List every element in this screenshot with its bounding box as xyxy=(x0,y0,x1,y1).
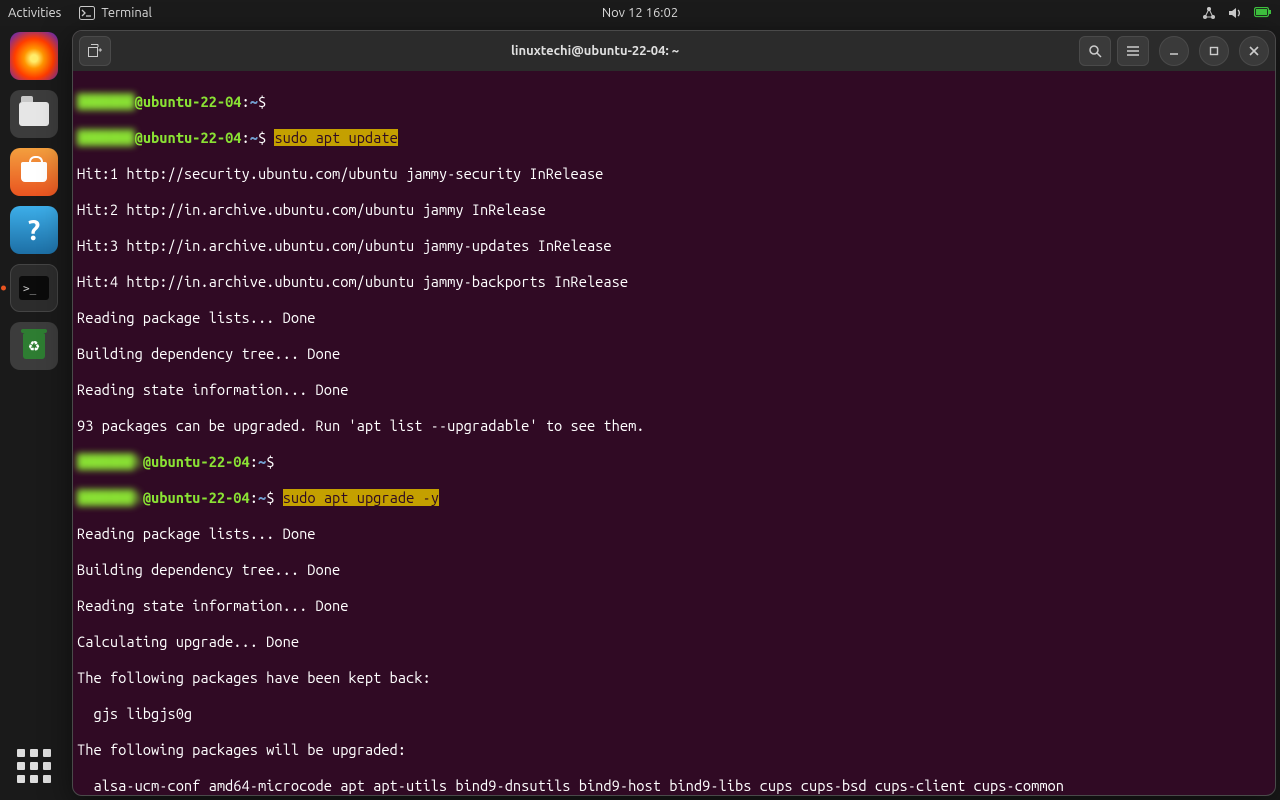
dock-terminal[interactable]: >_ xyxy=(10,264,58,312)
terminal-window: linuxtechi@ubuntu-22-04: ~ ███████@ubunt… xyxy=(72,30,1276,796)
output-line: Reading package lists... Done xyxy=(77,309,1275,327)
terminal-small-icon xyxy=(79,6,95,20)
output-line: Reading state information... Done xyxy=(77,597,1275,615)
dock-firefox[interactable] xyxy=(10,32,58,80)
cmd-update: sudo apt update xyxy=(274,129,397,146)
output-line: Hit:3 http://in.archive.ubuntu.com/ubunt… xyxy=(77,237,1275,255)
output-line: Hit:1 http://security.ubuntu.com/ubuntu … xyxy=(77,165,1275,183)
minimize-button[interactable] xyxy=(1159,36,1189,66)
output-line: The following packages have been kept ba… xyxy=(77,669,1275,687)
battery-icon[interactable] xyxy=(1254,7,1272,19)
prompt-host: @ubuntu-22-04 xyxy=(135,93,242,110)
dock-help[interactable]: ? xyxy=(10,206,58,254)
current-app-name: Terminal xyxy=(101,6,152,20)
output-line: 93 packages can be upgraded. Run 'apt li… xyxy=(77,417,1275,435)
terminal-titlebar: linuxtechi@ubuntu-22-04: ~ xyxy=(73,31,1275,71)
output-line: alsa-ucm-conf amd64-microcode apt apt-ut… xyxy=(77,777,1275,795)
panel-clock[interactable]: Nov 12 16:02 xyxy=(602,6,678,20)
output-line: Building dependency tree... Done xyxy=(77,561,1275,579)
gnome-top-panel: Activities Terminal Nov 12 16:02 xyxy=(0,0,1280,26)
output-line: Calculating upgrade... Done xyxy=(77,633,1275,651)
dock-trash[interactable]: ♻ xyxy=(10,322,58,370)
activities-button[interactable]: Activities xyxy=(8,6,61,20)
cmd-upgrade: sudo apt upgrade -y xyxy=(283,489,439,506)
show-applications-button[interactable] xyxy=(14,746,54,786)
current-app-indicator[interactable]: Terminal xyxy=(79,6,152,20)
output-line: Hit:2 http://in.archive.ubuntu.com/ubunt… xyxy=(77,201,1275,219)
output-line: Reading state information... Done xyxy=(77,381,1275,399)
volume-icon[interactable] xyxy=(1228,6,1242,20)
prompt-user: ███████ xyxy=(77,93,135,110)
hamburger-menu-button[interactable] xyxy=(1117,36,1149,66)
output-line: gjs libgjs0g xyxy=(77,705,1275,723)
output-line: The following packages will be upgraded: xyxy=(77,741,1275,759)
new-tab-button[interactable] xyxy=(79,36,111,66)
network-icon[interactable] xyxy=(1202,6,1216,20)
close-button[interactable] xyxy=(1239,36,1269,66)
ubuntu-dock: ? >_ ♻ xyxy=(0,26,68,800)
search-button[interactable] xyxy=(1079,36,1111,66)
window-title: linuxtechi@ubuntu-22-04: ~ xyxy=(117,44,1073,58)
dock-software[interactable] xyxy=(10,148,58,196)
terminal-output[interactable]: ███████@ubuntu-22-04:~$ ███████@ubuntu-2… xyxy=(73,71,1275,795)
maximize-button[interactable] xyxy=(1199,36,1229,66)
output-line: Building dependency tree... Done xyxy=(77,345,1275,363)
output-line: Hit:4 http://in.archive.ubuntu.com/ubunt… xyxy=(77,273,1275,291)
dock-files[interactable] xyxy=(10,90,58,138)
output-line: Reading package lists... Done xyxy=(77,525,1275,543)
